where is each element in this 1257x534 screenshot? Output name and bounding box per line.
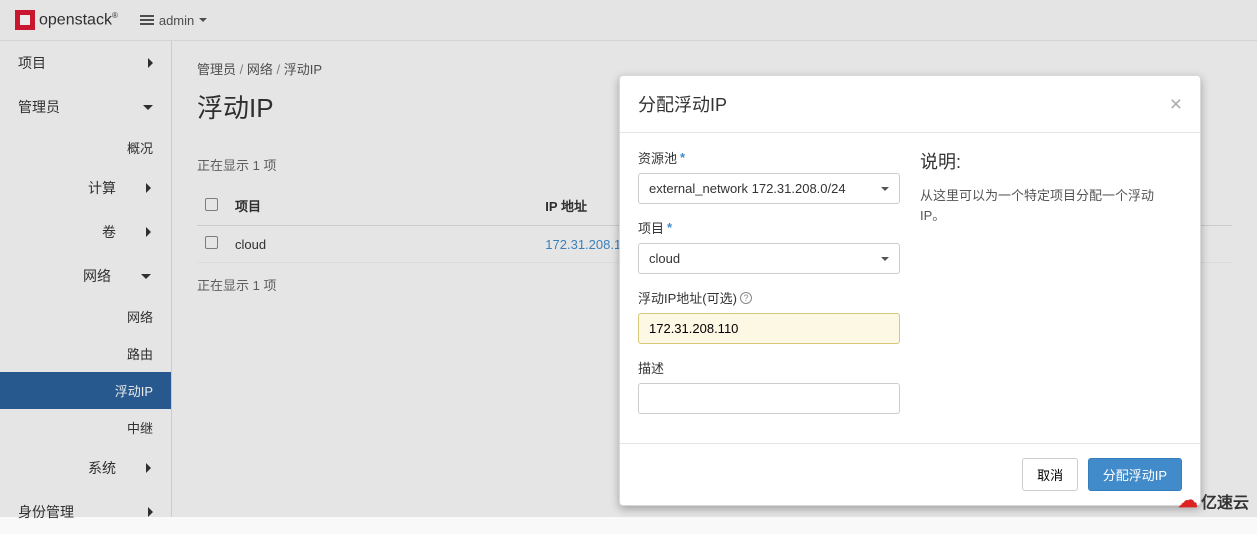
modal-body: 资源池* external_network 172.31.208.0/24 项目… (620, 133, 1200, 443)
modal-header: 分配浮动IP × (620, 76, 1200, 133)
label-description: 描述 (638, 358, 900, 377)
description-text: 从这里可以为一个特定项目分配一个浮动 IP。 (920, 186, 1182, 225)
select-project[interactable]: cloud (638, 243, 900, 274)
modal-form: 资源池* external_network 172.31.208.0/24 项目… (638, 148, 900, 428)
input-floating-ip[interactable] (638, 313, 900, 344)
modal-description: 说明: 从这里可以为一个特定项目分配一个浮动 IP。 (920, 148, 1182, 428)
input-description[interactable] (638, 383, 900, 414)
description-heading: 说明: (920, 148, 1182, 174)
modal-footer: 取消 分配浮动IP (620, 443, 1200, 505)
field-description: 描述 (638, 358, 900, 414)
select-value: external_network 172.31.208.0/24 (649, 181, 846, 196)
caret-down-icon (881, 257, 889, 261)
select-pool[interactable]: external_network 172.31.208.0/24 (638, 173, 900, 204)
label-floating-ip: 浮动IP地址(可选) ? (638, 288, 900, 307)
submit-button[interactable]: 分配浮动IP (1088, 458, 1182, 491)
field-project: 项目* cloud (638, 218, 900, 274)
select-value: cloud (649, 251, 680, 266)
caret-down-icon (881, 187, 889, 191)
close-icon[interactable]: × (1170, 94, 1182, 115)
watermark: ☁ 亿速云 (1178, 488, 1249, 513)
modal-title: 分配浮动IP (638, 91, 727, 117)
cancel-button[interactable]: 取消 (1022, 458, 1078, 491)
help-icon[interactable]: ? (740, 292, 752, 304)
label-pool: 资源池* (638, 148, 900, 167)
field-pool: 资源池* external_network 172.31.208.0/24 (638, 148, 900, 204)
field-floating-ip: 浮动IP地址(可选) ? (638, 288, 900, 344)
cloud-icon: ☁ (1178, 488, 1198, 513)
watermark-text: 亿速云 (1201, 489, 1249, 513)
label-project: 项目* (638, 218, 900, 237)
allocate-floating-ip-modal: 分配浮动IP × 资源池* external_network 172.31.20… (619, 75, 1201, 506)
